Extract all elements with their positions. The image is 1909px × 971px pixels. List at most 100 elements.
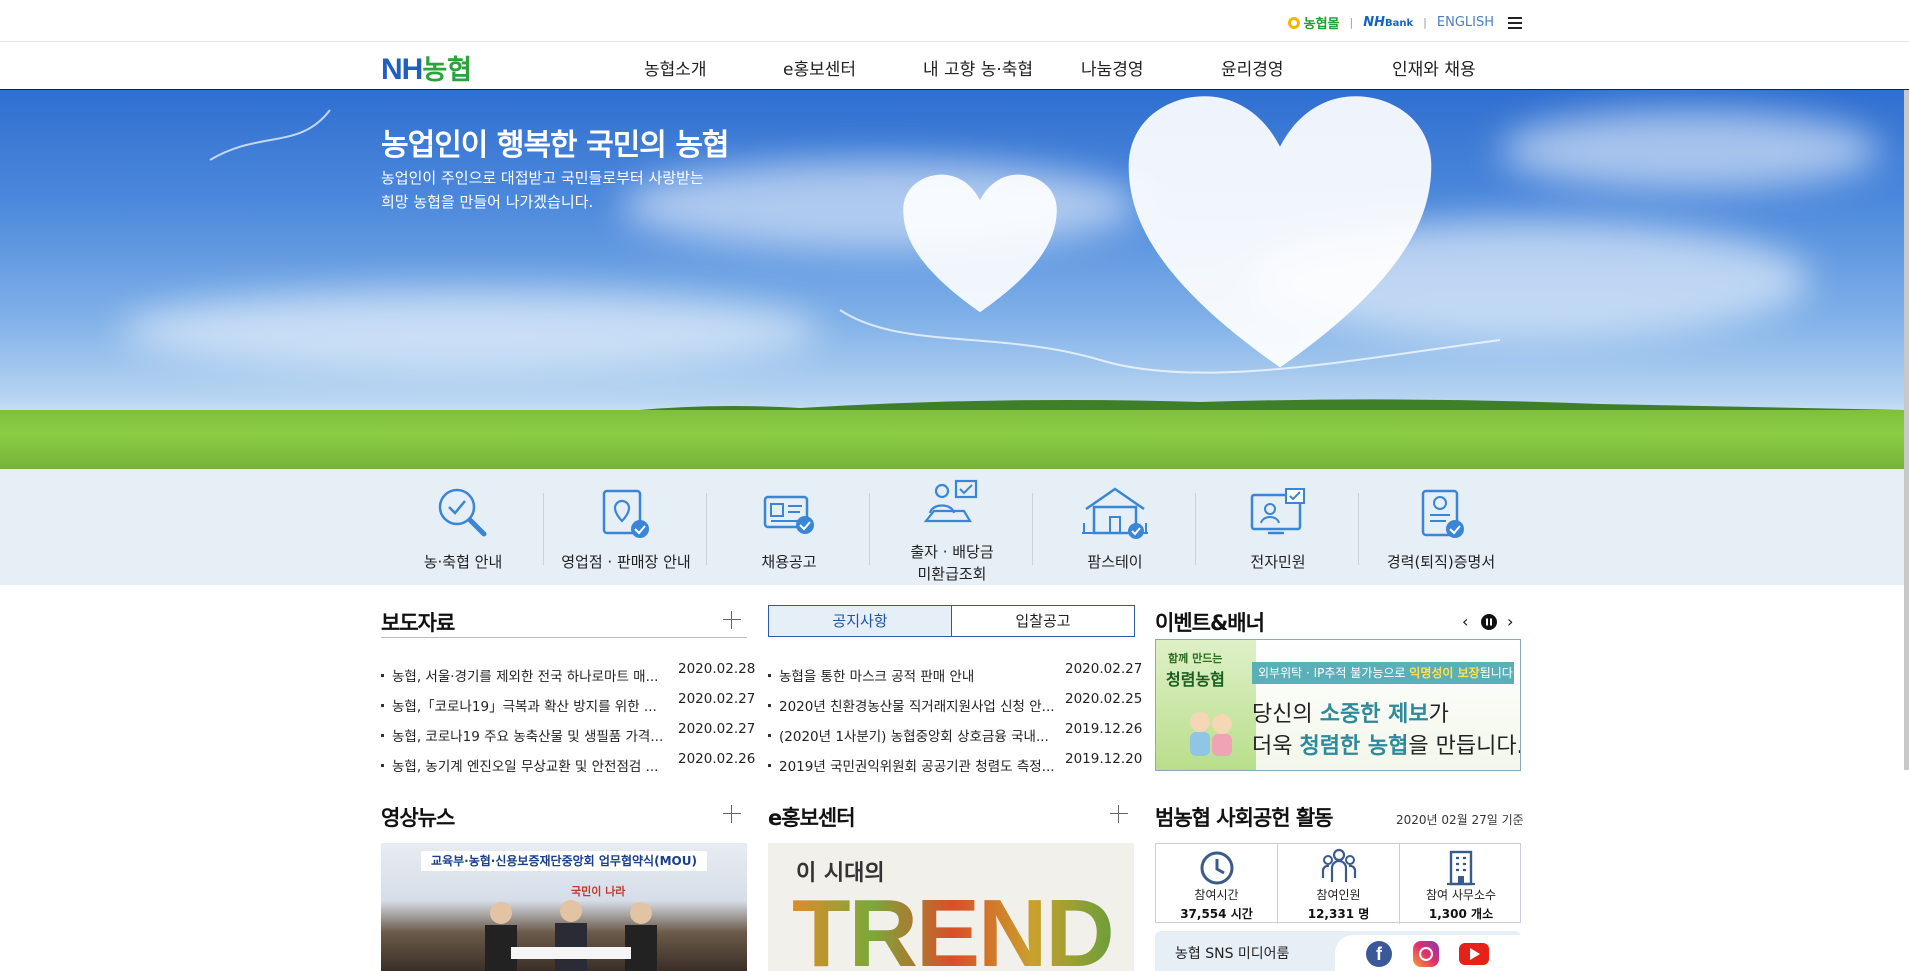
quick-coop-guide[interactable]: 농·축협 안내 (382, 469, 544, 585)
nh-logo[interactable]: NH 농협 (381, 48, 472, 86)
press-item[interactable]: 농협, 서울·경기를 제외한 전국 하나로마트 매... (381, 665, 677, 685)
banner-line2: 더욱 청렴한 농협을 만듭니다. (1252, 728, 1520, 760)
press-item-text: 농협, 농기계 엔진오일 무상교환 및 안전점검 ... (392, 759, 659, 775)
nav-e-promotion[interactable]: e홍보센터 (783, 55, 856, 80)
video-news-title: 영상뉴스 (381, 806, 455, 830)
next-arrow-icon[interactable]: › (1507, 612, 1513, 631)
quick-label: 출자 · 배당금 미환급조회 (871, 541, 1033, 585)
e-center-trend-text: TREND (792, 879, 1115, 971)
banner-line1-highlight: 소중한 제보 (1319, 702, 1429, 727)
quick-label: 채용공고 (761, 553, 817, 571)
video-more-plus-icon[interactable] (723, 805, 741, 823)
sns-label: 농협 SNS 미디어룸 (1175, 946, 1290, 962)
instagram-icon[interactable] (1413, 941, 1439, 967)
csr-stat-value: 37,554 시간 (1180, 907, 1253, 921)
e-center-thumbnail[interactable]: 이 시대의 TREND (768, 843, 1134, 971)
quick-label: 전자민원 (1250, 553, 1306, 571)
nh-mall-logo-icon (1287, 16, 1300, 29)
press-item-text: 농협, 코로나19 주요 농축산물 및 생필품 가격... (392, 729, 664, 745)
hamburger-menu-icon[interactable] (1508, 16, 1522, 29)
quick-label: 경력(퇴직)증명서 (1386, 553, 1496, 571)
prev-arrow-icon[interactable]: ‹ (1462, 612, 1468, 631)
youtube-icon[interactable] (1459, 943, 1489, 965)
banner-line1: 당신의 소중한 제보가 (1252, 696, 1449, 728)
notice-item-text: (2020년 1사분기) 농협중앙회 상호금융 국내... (779, 729, 1049, 745)
page: 농협몰 | NHBank | ENGLISH NH 농협 농협소개 e홍보센터 … (0, 0, 1909, 971)
house-icon (1082, 487, 1148, 539)
banner-line2-highlight: 청렴한 농협 (1299, 734, 1409, 759)
nh-bank-suffix: Bank (1385, 18, 1414, 29)
video-news-thumbnail[interactable]: 교육부·농협·신용보증재단중앙회 업무협약식(MOU) 국민이 나라 (381, 843, 747, 971)
e-center-more-plus-icon[interactable] (1110, 805, 1128, 823)
banner-top-post: 됩니다. (1479, 666, 1517, 680)
nh-mall-link[interactable]: 농협몰 (1287, 13, 1340, 32)
notice-item-text: 농협을 통한 마스크 공적 판매 안내 (779, 669, 975, 685)
quick-divider (1195, 493, 1196, 565)
csr-stat: 참여인원 12,331 명 (1278, 844, 1400, 924)
facebook-icon[interactable]: f (1366, 941, 1392, 967)
quick-career-certificate[interactable]: 경력(퇴직)증명서 (1360, 469, 1522, 585)
notice-item[interactable]: 2020년 친환경농산물 직거래지원사업 신청 안... (768, 695, 1064, 715)
quick-dividend-inquiry[interactable]: 출자 · 배당금 미환급조회 (871, 469, 1033, 585)
press-item[interactable]: 농협,「코로나19」극복과 확산 방지를 위한 ... (381, 695, 677, 715)
pause-icon[interactable] (1481, 614, 1497, 630)
press-item-date: 2020.02.26 (678, 751, 756, 767)
quick-divider (1032, 493, 1033, 565)
tab-notice[interactable]: 공지사항 (768, 605, 952, 637)
logo-en: NH (381, 53, 423, 86)
press-more-plus-icon[interactable] (723, 611, 741, 629)
csr-stat-value: 1,300 개소 (1428, 907, 1494, 921)
notice-item[interactable]: (2020년 1사분기) 농협중앙회 상호금융 국내... (768, 725, 1064, 745)
quick-label: 농·축협 안내 (423, 553, 503, 571)
notice-item-date: 2019.12.26 (1065, 721, 1143, 737)
nh-bank-label: NH (1363, 15, 1386, 30)
quick-recruit[interactable]: 채용공고 (708, 469, 870, 585)
notice-item[interactable]: 농협을 통한 마스크 공적 판매 안내 (768, 665, 1064, 685)
tab-bidding[interactable]: 입찰공고 (951, 605, 1135, 637)
csr-stat-label: 참여시간 (1194, 888, 1239, 902)
notice-item[interactable]: 2019년 국민권익위원회 공공기관 청렴도 측정... (768, 755, 1064, 775)
hero-subtitle-line1: 농업인이 주인으로 대접받고 국민들로부터 사랑받는 (381, 169, 704, 187)
csr-stat-label: 참여 사무소수 (1425, 888, 1497, 902)
page-scrollbar[interactable] (1904, 90, 1909, 770)
csr-stat: 참여시간 37,554 시간 (1156, 844, 1278, 924)
quick-e-petition[interactable]: 전자민원 (1197, 469, 1359, 585)
nav-careers[interactable]: 인재와 채용 (1392, 55, 1476, 80)
kids-illustration-icon (1190, 712, 1232, 756)
quick-label-line1: 출자 · 배당금 (910, 543, 994, 561)
nav-ethics[interactable]: 윤리경영 (1221, 55, 1284, 80)
notice-item-date: 2020.02.25 (1065, 691, 1143, 707)
press-item[interactable]: 농협, 농기계 엔진오일 무상교환 및 안전점검 ... (381, 755, 677, 775)
quick-label-line2: 미환급조회 (917, 565, 987, 583)
csr-as-of-date: 2020년 02월 27일 기준 (1396, 813, 1524, 827)
csr-stat-value: 12,331 명 (1307, 907, 1370, 921)
events-title: 이벤트&배너 (1155, 611, 1265, 635)
utility-links: 농협몰 | NHBank | ENGLISH (1287, 13, 1522, 32)
banner-top-highlight: 익명성이 보장 (1409, 666, 1480, 680)
sns-media-room: 농협 SNS 미디어룸 f (1155, 931, 1521, 971)
banner-tag1: 함께 만드는 (1168, 652, 1223, 665)
quick-branch-guide[interactable]: 영업점 · 판매장 안내 (545, 469, 707, 585)
main-navigation: NH 농협 농협소개 e홍보센터 내 고향 농·축협 나눔경영 윤리경영 인재와… (0, 42, 1909, 90)
banner-tag2: 청렴농협 (1166, 670, 1225, 689)
integrity-banner[interactable]: 함께 만드는 청렴농협 외부위탁 · IP추적 불가능으로 익명성이 보장됩니다… (1155, 639, 1521, 771)
nh-bank-link[interactable]: NHBank (1363, 15, 1413, 30)
csr-stat: 참여 사무소수 1,300 개소 (1400, 844, 1522, 924)
nav-sharing[interactable]: 나눔경영 (1081, 55, 1144, 80)
english-link[interactable]: ENGLISH (1437, 15, 1494, 30)
id-card-icon (763, 495, 814, 534)
quick-menu: 농·축협 안내 영업점 · 판매장 안내 채용공고 출자 · 배당금 미환급조회… (0, 469, 1904, 585)
hero-subtitle: 농업인이 주인으로 대접받고 국민들로부터 사랑받는 희망 농협을 만들어 나가… (381, 166, 704, 214)
quick-farmstay[interactable]: 팜스테이 (1034, 469, 1196, 585)
banner-line2-pre: 더욱 (1252, 734, 1300, 759)
notice-item-date: 2019.12.20 (1065, 751, 1143, 767)
nav-hometown[interactable]: 내 고향 농·축협 (923, 55, 1033, 80)
press-item[interactable]: 농협, 코로나19 주요 농축산물 및 생필품 가격... (381, 725, 677, 745)
banner-top-pre: 외부위탁 · IP추적 불가능으로 (1258, 666, 1410, 680)
csr-stat-label: 참여인원 (1316, 888, 1361, 902)
hero-subtitle-line2: 희망 농협을 만들어 나가겠습니다. (381, 193, 594, 211)
press-item-date: 2020.02.27 (678, 721, 756, 737)
building-icon (1447, 850, 1475, 886)
nav-about[interactable]: 농협소개 (644, 55, 707, 80)
nh-mall-label: 농협몰 (1303, 17, 1340, 32)
